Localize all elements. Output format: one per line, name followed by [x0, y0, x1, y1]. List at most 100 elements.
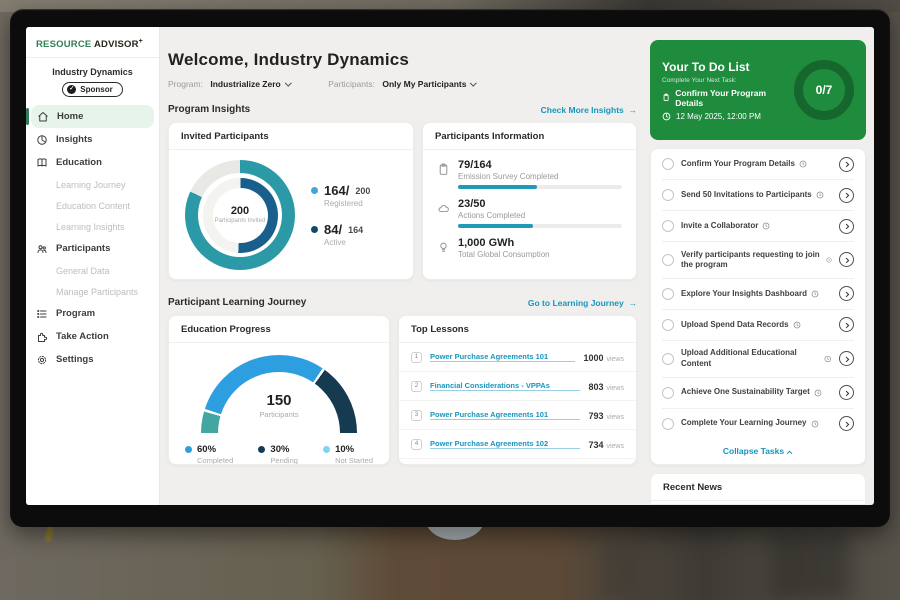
main-content: Welcome, Industry Dynamics Program: Indu… — [160, 27, 650, 505]
task-label: Upload Additional Educational Content — [681, 348, 820, 369]
lesson-link[interactable]: Power Purchase Agreements 101 — [430, 410, 580, 420]
legend-dot — [311, 187, 318, 194]
gauge-center-label: Participants — [201, 410, 357, 419]
task-label: Invite a Collaborator — [681, 221, 758, 231]
sidebar-item-settings[interactable]: Settings — [26, 348, 159, 371]
stat-value: 79/164 — [458, 159, 622, 171]
sponsor-badge: ✓ Sponsor — [62, 82, 122, 97]
task-checkbox[interactable] — [662, 158, 674, 170]
task-go-button[interactable] — [839, 351, 854, 366]
lesson-link[interactable]: Power Purchase Agreements 101 — [430, 352, 575, 362]
puzzle-icon — [36, 331, 48, 343]
task-label: Explore Your Insights Dashboard — [681, 289, 807, 299]
legend-total: 200 — [355, 186, 370, 196]
survey-clipboard-icon — [437, 163, 450, 176]
stat-label: Total Global Consumption — [458, 250, 622, 259]
task-label: Send 50 Invitations to Participants — [681, 190, 812, 200]
lesson-views-suffix: views — [606, 443, 624, 450]
task-checkbox[interactable] — [662, 418, 674, 430]
legend-item-pending: 30% Pending — [258, 444, 298, 465]
progress-bar-fill — [458, 224, 533, 228]
sidebar-item-participants[interactable]: Participants — [26, 237, 159, 260]
chevron-right-icon — [843, 193, 848, 198]
chevron-right-icon — [843, 323, 848, 328]
background-blur-shape — [600, 545, 640, 600]
sponsor-badge-label: Sponsor — [80, 85, 112, 94]
sidebar-item-education[interactable]: Education — [26, 151, 159, 174]
task-checkbox[interactable] — [662, 220, 674, 232]
sidebar-item-home[interactable]: Home — [31, 105, 154, 128]
task-go-button[interactable] — [839, 188, 854, 203]
sidebar-item-learning-insights[interactable]: Learning Insights — [26, 216, 159, 237]
program-filter-select[interactable]: Industrialize Zero — [210, 79, 290, 89]
gauge-center: 150 Participants — [201, 392, 357, 419]
donut-center-label: Participants Invited — [215, 218, 266, 226]
recent-news-card: Recent News — [650, 473, 866, 505]
task-checkbox[interactable] — [662, 189, 674, 201]
task-go-button[interactable] — [839, 385, 854, 400]
legend-item-registered: 164/200 Registered — [311, 183, 370, 208]
task-label: Achieve One Sustainability Target — [681, 387, 810, 397]
task-go-button[interactable] — [839, 157, 854, 172]
lesson-views-suffix: views — [606, 385, 624, 392]
lesson-views-suffix: views — [606, 414, 624, 421]
task-checkbox[interactable] — [662, 319, 674, 331]
card-title: Education Progress — [169, 316, 389, 343]
task-checkbox[interactable] — [662, 254, 674, 266]
task-checkbox[interactable] — [662, 387, 674, 399]
task-go-button[interactable] — [839, 286, 854, 301]
chevron-right-icon — [843, 162, 848, 167]
donut-ring-gap: 200 Participants Invited — [198, 173, 282, 257]
task-row: Upload Additional Educational Content — [662, 340, 854, 377]
task-checkbox[interactable] — [662, 288, 674, 300]
task-clock-icon — [816, 191, 824, 199]
arrow-right-icon: → — [629, 105, 638, 115]
task-clock-icon — [824, 355, 832, 363]
sidebar-item-label: Program — [56, 308, 95, 319]
sidebar-item-insights[interactable]: Insights — [26, 128, 159, 151]
task-row: Invite a Collaborator — [662, 210, 854, 241]
go-to-learning-journey-link[interactable]: Go to Learning Journey → — [528, 298, 637, 308]
task-row: Upload Spend Data Records — [662, 309, 854, 340]
lesson-rank-badge: 1 — [411, 352, 422, 363]
task-go-button[interactable] — [839, 416, 854, 431]
sidebar-item-program[interactable]: Program — [26, 302, 159, 325]
logo-plus: + — [139, 38, 143, 45]
lesson-link[interactable]: Power Purchase Agreements 102 — [430, 439, 580, 449]
task-go-button[interactable] — [839, 219, 854, 234]
task-clock-icon — [762, 222, 770, 230]
participants-filter-value: Only My Participants — [382, 79, 466, 89]
task-checkbox[interactable] — [662, 353, 674, 365]
task-go-button[interactable] — [839, 317, 854, 332]
sidebar: RESOURCE ADVISOR+ Industry Dynamics ✓ Sp… — [26, 27, 160, 505]
sponsor-badge-icon: ✓ — [67, 85, 76, 94]
sidebar-item-education-content[interactable]: Education Content — [26, 195, 159, 216]
card-title: Recent News — [651, 474, 865, 501]
stat-label: Emission Survey Completed — [458, 172, 622, 181]
progress-bar-track — [458, 224, 622, 228]
legend-item-completed: 60% Completed — [185, 444, 233, 465]
legend-dot — [311, 226, 318, 233]
logo-resource: RESOURCE — [36, 39, 91, 50]
arrow-right-icon: → — [629, 298, 638, 308]
sidebar-item-take-action[interactable]: Take Action — [26, 325, 159, 348]
legend-label: Pending — [270, 456, 298, 465]
task-go-button[interactable] — [839, 252, 854, 267]
lesson-row: 2 Financial Considerations - VPPAs 803vi… — [399, 371, 636, 400]
sidebar-item-learning-journey[interactable]: Learning Journey — [26, 174, 159, 195]
link-label: Go to Learning Journey — [528, 298, 624, 308]
participants-filter-select[interactable]: Only My Participants — [382, 79, 476, 89]
card-title: Invited Participants — [169, 123, 413, 150]
participants-information-card: Participants Information 79/164 Emission… — [422, 122, 637, 280]
lesson-link[interactable]: Financial Considerations - VPPAs — [430, 381, 580, 391]
task-label: Confirm Your Program Details — [681, 159, 795, 169]
dashboard-screen: RESOURCE ADVISOR+ Industry Dynamics ✓ Sp… — [26, 27, 874, 505]
collapse-tasks-link[interactable]: Collapse Tasks — [662, 439, 854, 464]
chevron-right-icon — [843, 391, 848, 396]
legend-label: Registered — [324, 199, 370, 208]
sidebar-item-label: Participants — [56, 243, 110, 254]
sidebar-item-general-data[interactable]: General Data — [26, 260, 159, 281]
sidebar-item-manage-participants[interactable]: Manage Participants — [26, 281, 159, 302]
check-more-insights-link[interactable]: Check More Insights → — [541, 105, 637, 115]
list-icon — [36, 308, 48, 320]
